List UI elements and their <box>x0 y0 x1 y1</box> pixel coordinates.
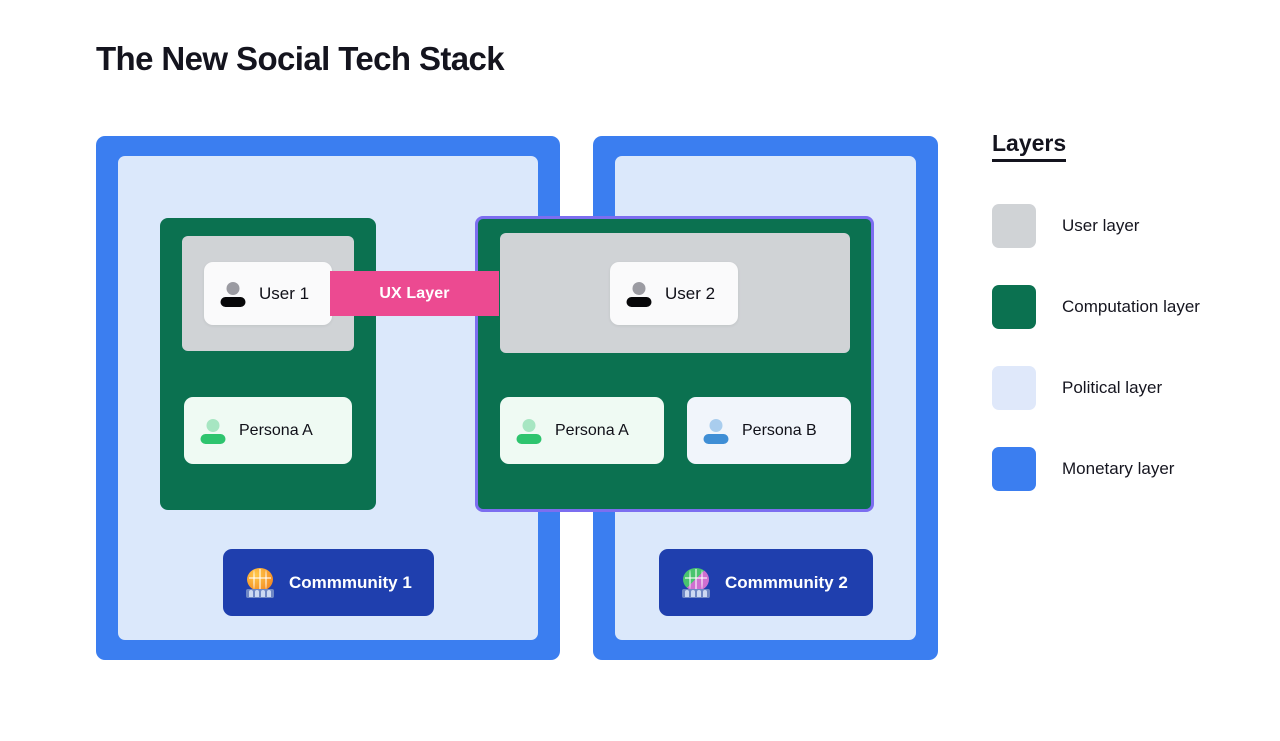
persona-chip-left-a[interactable]: Persona A <box>184 397 352 464</box>
user-chip-user-2[interactable]: User 2 <box>610 262 738 325</box>
legend-label-computation-layer: Computation layer <box>1062 297 1200 316</box>
legend-swatch-monetary-layer <box>992 447 1036 491</box>
legend-label-monetary-layer: Monetary layer <box>1062 459 1175 478</box>
legend-row-monetary-layer: Monetary layer <box>992 447 1262 491</box>
user-chip-user-1[interactable]: User 1 <box>204 262 332 325</box>
diagram-canvas: User 1 Persona A Commmunity 1 User 2 Per… <box>0 0 960 741</box>
persona-chip-label: Persona A <box>239 421 313 439</box>
ux-layer-label: UX Layer <box>379 284 450 302</box>
legend-row-political-layer: Political layer <box>992 366 1262 410</box>
legend-swatch-user-layer <box>992 204 1036 248</box>
user-chip-label: User 1 <box>259 283 310 303</box>
community-button-1[interactable]: Commmunity 1 <box>223 549 434 616</box>
legend-title: Layers <box>992 130 1067 162</box>
legend-label-user-layer: User layer <box>1062 216 1140 235</box>
globe-green-icon <box>681 567 711 598</box>
user-avatar-icon <box>220 281 246 307</box>
persona-green-avatar-icon <box>516 418 542 444</box>
persona-green-avatar-icon <box>200 418 226 444</box>
legend-swatch-computation-layer <box>992 285 1036 329</box>
community-button-2[interactable]: Commmunity 2 <box>659 549 873 616</box>
legend-row-computation-layer: Computation layer <box>992 285 1262 329</box>
legend-row-user-layer: User layer <box>992 204 1262 248</box>
legend-panel: Layers User layer Computation layer Poli… <box>992 130 1262 528</box>
legend-label-political-layer: Political layer <box>1062 378 1163 397</box>
user-chip-label: User 2 <box>665 283 716 303</box>
persona-chip-label: Persona A <box>555 421 629 439</box>
community-button-label: Commmunity 1 <box>289 572 412 592</box>
community-button-label: Commmunity 2 <box>725 572 848 592</box>
diagram-page: The New Social Tech Stack User 1 Persona… <box>0 0 1280 741</box>
ux-layer-band: UX Layer <box>330 271 499 316</box>
legend-swatch-political-layer <box>992 366 1036 410</box>
user-avatar-icon <box>626 281 652 307</box>
globe-orange-icon <box>245 567 275 598</box>
persona-chip-label: Persona B <box>742 421 817 439</box>
persona-chip-right-a[interactable]: Persona A <box>500 397 664 464</box>
legend-list: User layer Computation layer Political l… <box>992 204 1262 491</box>
persona-chip-right-b[interactable]: Persona B <box>687 397 851 464</box>
persona-blue-avatar-icon <box>703 418 729 444</box>
